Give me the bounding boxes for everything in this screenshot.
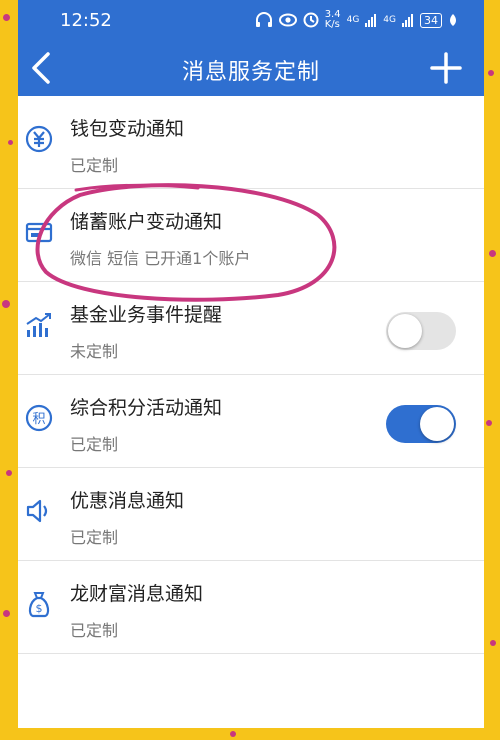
eye-icon [278,13,297,27]
points-notification-toggle[interactable] [386,405,456,443]
points-icon: 积 [25,404,53,432]
phone-screen: 12:52 3.4 K/s 4G 4G 34 消息服务定制 钱包变动通知 已定制… [18,0,484,728]
item-title: 基金业务事件提醒 [70,304,223,326]
network-speed: 3.4 K/s [324,9,341,30]
item-status: 已定制 [70,156,119,175]
frame-dot [3,610,10,617]
frame-dot [3,14,10,21]
clock-icon [303,12,319,28]
frame-dot [488,70,494,76]
frame-dot [2,300,10,308]
money-bag-icon: $ [28,592,50,618]
signal-bars-icon [402,14,413,27]
item-title: 优惠消息通知 [70,490,185,512]
headphones-icon [255,12,272,27]
svg-text:$: $ [36,602,43,615]
notification-list: 钱包变动通知 已定制 储蓄账户变动通知 微信 短信 已开通1个账户 基金业务事件… [18,96,484,654]
battery-icon: 34 [420,12,442,28]
item-status: 已定制 [70,528,119,547]
app-header: 消息服务定制 [18,40,484,96]
item-status: 已定制 [70,435,119,454]
frame-dot [230,731,236,737]
signal-2-label: 4G [383,15,396,25]
frame-dot [489,250,496,257]
list-item-wallet[interactable]: 钱包变动通知 已定制 [18,96,484,189]
list-item-savings[interactable]: 储蓄账户变动通知 微信 短信 已开通1个账户 [18,189,484,282]
battery-level: 34 [424,13,438,27]
item-status: 已定制 [70,621,119,640]
list-item-wealth[interactable]: $ 龙财富消息通知 已定制 [18,561,484,654]
list-item-fund[interactable]: 基金业务事件提醒 未定制 [18,282,484,375]
speaker-icon [26,499,48,523]
list-item-points[interactable]: 积 综合积分活动通知 已定制 [18,375,484,468]
page-title: 消息服务定制 [181,60,320,85]
fund-notification-toggle[interactable] [386,312,456,350]
item-title: 龙财富消息通知 [70,583,204,605]
status-icons: 3.4 K/s 4G 4G 34 [255,10,458,30]
add-button[interactable] [428,50,464,86]
status-time: 12:52 [60,10,112,31]
signal-1-label: 4G [346,15,360,25]
svg-text:积: 积 [32,412,45,427]
chart-growth-icon [26,313,51,337]
frame-dot [486,420,492,426]
item-status: 未定制 [70,342,119,361]
yuan-circle-icon [25,125,53,153]
item-title: 钱包变动通知 [70,118,185,140]
toggle-knob [388,314,422,348]
status-bar: 12:52 3.4 K/s 4G 4G 34 [18,0,484,40]
item-status: 微信 短信 已开通1个账户 [70,249,251,268]
frame-dot [8,140,13,145]
list-item-offers[interactable]: 优惠消息通知 已定制 [18,468,484,561]
card-icon [25,222,53,243]
item-title: 储蓄账户变动通知 [70,211,223,233]
signal-bars-icon [365,14,377,27]
frame-dot [6,470,12,476]
toggle-knob [420,407,454,441]
leaf-icon [450,14,456,26]
item-title: 综合积分活动通知 [70,397,223,419]
frame-dot [490,640,496,646]
